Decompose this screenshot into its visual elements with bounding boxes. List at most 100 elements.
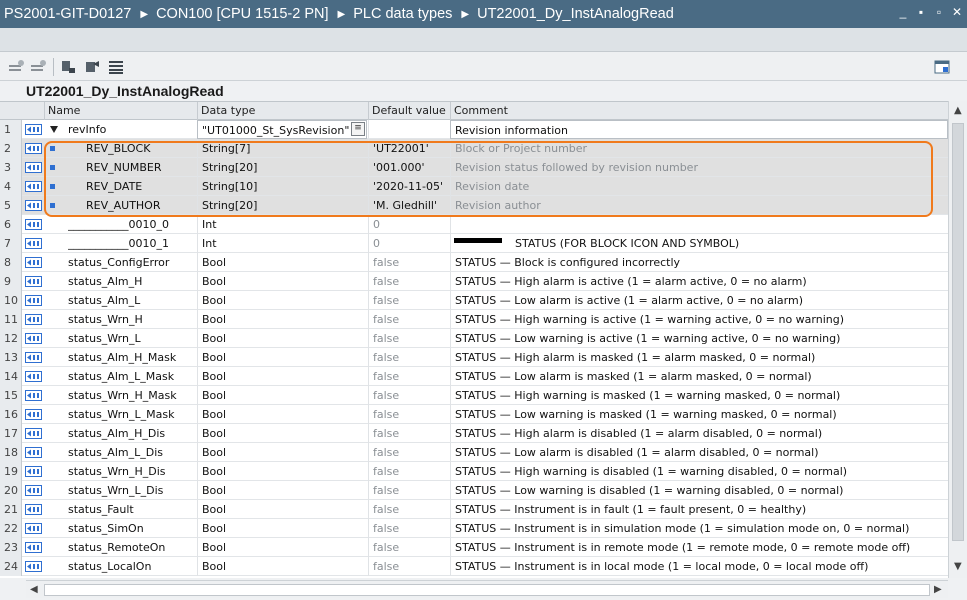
cell-name[interactable]: ___________0010_1	[68, 234, 196, 253]
scroll-left-icon[interactable]: ◀	[30, 584, 38, 595]
cell-comment[interactable]: STATUS — High alarm is active (1 = alarm…	[450, 272, 948, 291]
column-header-data-type[interactable]: Data type	[197, 102, 368, 120]
row-number[interactable]: 14	[0, 367, 22, 386]
table-row[interactable]: 15 status_Wrn_H_Mask Bool false STATUS — Hig…	[0, 386, 948, 405]
cell-comment[interactable]: STATUS — High warning is masked (1 = war…	[450, 386, 948, 405]
cell-name[interactable]: revInfo	[68, 120, 196, 139]
cell-name[interactable]: ___________0010_0	[68, 215, 196, 234]
row-number[interactable]: 19	[0, 462, 22, 481]
cell-default-value[interactable]: false	[368, 538, 449, 557]
cell-data-type[interactable]: Int	[197, 215, 367, 234]
column-header-name[interactable]: Name	[44, 102, 197, 120]
row-number[interactable]: 7	[0, 234, 22, 253]
collapse-all-icon[interactable]	[84, 59, 100, 75]
cell-default-value[interactable]: '001.000'	[368, 158, 449, 177]
breadcrumb-plc-data-types[interactable]: PLC data types	[353, 6, 452, 22]
table-row[interactable]: 8 status_ConfigError Bool false STATUS — Blo…	[0, 253, 948, 272]
row-number[interactable]: 8	[0, 253, 22, 272]
close-icon[interactable]: ✕	[951, 6, 963, 19]
cell-data-type[interactable]: "UT01000_St_SysRevision"	[197, 120, 367, 139]
cell-data-type[interactable]: Bool	[197, 386, 367, 405]
cell-name[interactable]: status_Alm_H_Dis	[68, 424, 196, 443]
cell-data-type[interactable]: Bool	[197, 405, 367, 424]
expand-collapse-icon[interactable]	[50, 126, 58, 133]
table-row[interactable]: 22 status_SimOn Bool false STATUS — Instrume…	[0, 519, 948, 538]
cell-data-type[interactable]: Bool	[197, 367, 367, 386]
cell-default-value[interactable]: false	[368, 348, 449, 367]
type-browse-button[interactable]: ≡	[351, 122, 365, 136]
cell-name[interactable]: status_Wrn_H_Mask	[68, 386, 196, 405]
cell-default-value[interactable]: false	[368, 481, 449, 500]
cell-data-type[interactable]: String[20]	[197, 196, 367, 215]
cell-data-type[interactable]: Int	[197, 234, 367, 253]
scroll-right-icon[interactable]: ▶	[934, 584, 942, 595]
cell-data-type[interactable]: Bool	[197, 291, 367, 310]
cell-name[interactable]: status_Wrn_L	[68, 329, 196, 348]
cell-name[interactable]: status_Fault	[68, 500, 196, 519]
cell-comment[interactable]: STATUS — Low warning is masked (1 = warn…	[450, 405, 948, 424]
cell-comment[interactable]: STATUS — Low alarm is disabled (1 = alar…	[450, 443, 948, 462]
cell-data-type[interactable]: String[10]	[197, 177, 367, 196]
cell-name[interactable]: status_LocalOn	[68, 557, 196, 576]
table-row[interactable]: 9 status_Alm_H Bool false STATUS — High alar…	[0, 272, 948, 291]
cell-comment[interactable]: STATUS — High warning is disabled (1 = w…	[450, 462, 948, 481]
cell-comment[interactable]: Revision status followed by revision num…	[450, 158, 948, 177]
cell-default-value[interactable]: false	[368, 386, 449, 405]
row-number[interactable]: 2	[0, 139, 22, 158]
add-row-icon[interactable]	[30, 59, 46, 75]
horizontal-scrollbar[interactable]: ◀ ▶	[26, 580, 948, 598]
cell-comment[interactable]: Revision date	[450, 177, 948, 196]
breadcrumb-plc[interactable]: CON100 [CPU 1515-2 PN]	[156, 6, 328, 22]
cell-data-type[interactable]: Bool	[197, 500, 367, 519]
column-header-default-value[interactable]: Default value	[368, 102, 450, 120]
cell-comment[interactable]: STATUS — Instrument is in remote mode (1…	[450, 538, 948, 557]
cell-data-type[interactable]: Bool	[197, 481, 367, 500]
cell-comment[interactable]: STATUS (FOR BLOCK ICON AND SYMBOL)	[450, 234, 948, 253]
column-header-comment[interactable]: Comment	[450, 102, 948, 120]
window-layout-icon[interactable]	[934, 59, 950, 75]
cell-name[interactable]: status_Alm_H	[68, 272, 196, 291]
cell-name[interactable]: REV_NUMBER	[86, 158, 214, 177]
table-row[interactable]: 20 status_Wrn_L_Dis Bool false STATUS — Low …	[0, 481, 948, 500]
row-number[interactable]: 15	[0, 386, 22, 405]
cell-default-value[interactable]: 'M. Gledhill'	[368, 196, 449, 215]
cell-comment[interactable]: Revision information	[450, 120, 948, 139]
float-icon[interactable]: ▪	[915, 6, 927, 19]
row-number[interactable]: 5	[0, 196, 22, 215]
cell-default-value[interactable]: 'UT22001'	[368, 139, 449, 158]
cell-name[interactable]: status_Alm_L_Mask	[68, 367, 196, 386]
row-number[interactable]: 17	[0, 424, 22, 443]
row-number[interactable]: 3	[0, 158, 22, 177]
cell-name[interactable]: status_Alm_L	[68, 291, 196, 310]
cell-comment[interactable]: STATUS — High alarm is disabled (1 = ala…	[450, 424, 948, 443]
cell-comment[interactable]: STATUS — Low warning is active (1 = warn…	[450, 329, 948, 348]
table-row[interactable]: 10 status_Alm_L Bool false STATUS — Low alar…	[0, 291, 948, 310]
expand-all-icon[interactable]	[60, 59, 76, 75]
row-number[interactable]: 6	[0, 215, 22, 234]
cell-name[interactable]: status_Wrn_H_Dis	[68, 462, 196, 481]
table-row[interactable]: 2 REV_BLOCK String[7] 'UT22001' Block or Pro…	[0, 139, 948, 158]
table-row[interactable]: 11 status_Wrn_H Bool false STATUS — High war…	[0, 310, 948, 329]
cell-default-value[interactable]: false	[368, 367, 449, 386]
cell-name[interactable]: status_ConfigError	[68, 253, 196, 272]
cell-comment[interactable]: Block or Project number	[450, 139, 948, 158]
row-number[interactable]: 10	[0, 291, 22, 310]
cell-name[interactable]: REV_AUTHOR	[86, 196, 214, 215]
cell-default-value[interactable]: 0	[368, 234, 449, 253]
cell-comment[interactable]: STATUS — Low alarm is active (1 = alarm …	[450, 291, 948, 310]
row-number[interactable]: 11	[0, 310, 22, 329]
row-number[interactable]: 13	[0, 348, 22, 367]
cell-default-value[interactable]: false	[368, 291, 449, 310]
cell-data-type[interactable]: Bool	[197, 329, 367, 348]
cell-default-value[interactable]: false	[368, 329, 449, 348]
scroll-up-icon[interactable]: ▲	[954, 105, 962, 116]
table-row[interactable]: 19 status_Wrn_H_Dis Bool false STATUS — High…	[0, 462, 948, 481]
cell-name[interactable]: REV_BLOCK	[86, 139, 214, 158]
cell-comment[interactable]: STATUS — Instrument is in local mode (1 …	[450, 557, 948, 576]
cell-data-type[interactable]: Bool	[197, 557, 367, 576]
vertical-scroll-thumb[interactable]	[952, 123, 964, 541]
cell-name[interactable]: status_Wrn_L_Mask	[68, 405, 196, 424]
cell-comment[interactable]: STATUS — Low alarm is masked (1 = alarm …	[450, 367, 948, 386]
cell-default-value[interactable]: false	[368, 462, 449, 481]
cell-data-type[interactable]: Bool	[197, 519, 367, 538]
